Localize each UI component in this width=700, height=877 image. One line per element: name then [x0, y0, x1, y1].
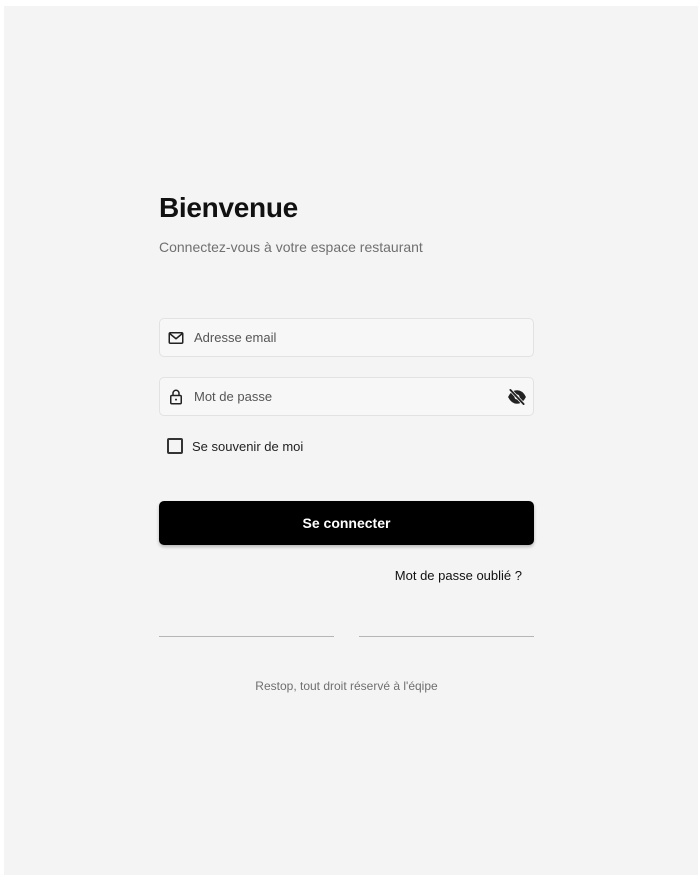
password-input[interactable] [194, 378, 494, 415]
login-page: Bienvenue Connectez-vous à votre espace … [4, 6, 698, 875]
lock-icon [170, 389, 182, 405]
password-field[interactable] [159, 377, 534, 416]
eye-off-icon[interactable] [507, 387, 527, 407]
forgot-password-link[interactable]: Mot de passe oublié ? [395, 568, 522, 583]
divider-right [359, 636, 534, 637]
mail-icon [168, 332, 184, 344]
remember-me-label: Se souvenir de moi [192, 438, 304, 454]
checkbox-box[interactable] [167, 438, 183, 454]
divider-left [159, 636, 334, 637]
login-button[interactable]: Se connecter [159, 501, 534, 545]
page-subtitle: Connectez-vous à votre espace restaurant [159, 239, 423, 255]
footer-text: Restop, tout droit réservé à l'éqipe [255, 679, 438, 693]
remember-me-checkbox[interactable]: Se souvenir de moi [167, 438, 303, 454]
email-field[interactable] [159, 318, 534, 357]
page-title: Bienvenue [159, 192, 298, 223]
email-input[interactable] [194, 319, 494, 356]
